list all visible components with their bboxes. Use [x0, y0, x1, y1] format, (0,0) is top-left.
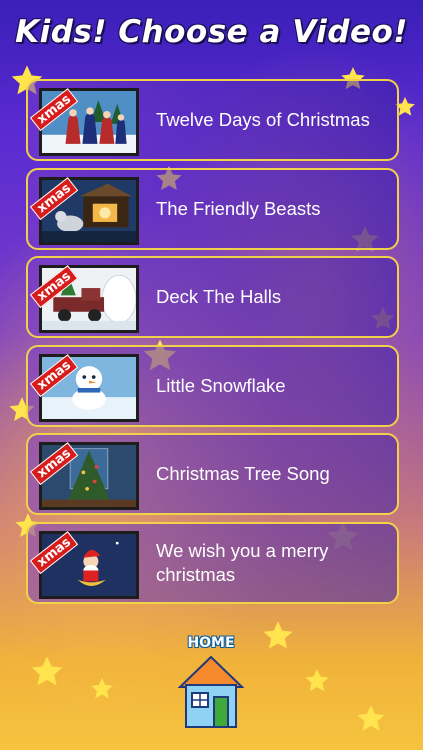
- page-title: Kids! Choose a Video!: [15, 14, 408, 50]
- video-title: We wish you a merry christmas: [156, 539, 329, 585]
- nativity-thumbnail: [39, 176, 139, 245]
- star-icon: [263, 621, 293, 649]
- video-item-christmas-tree-song[interactable]: xmas Christmas Tree Song: [26, 433, 399, 516]
- video-title: Deck The Halls: [156, 286, 282, 308]
- video-item-little-snowflake[interactable]: xmas Little Snowflake: [26, 344, 399, 427]
- santa-thumbnail: [39, 530, 139, 599]
- video-item-merry-christmas[interactable]: xmas We wish you a merry christmas: [26, 521, 399, 604]
- video-item-deck-the-halls[interactable]: xmas Deck The Halls: [26, 256, 399, 339]
- home-button[interactable]: HOME: [178, 635, 244, 731]
- video-list: xmas Twelve Days of Christmas xmas The F…: [26, 79, 399, 611]
- star-icon: [357, 705, 385, 731]
- video-title: Little Snowflake: [156, 374, 286, 396]
- star-icon: [31, 656, 63, 686]
- snowman-thumbnail: [39, 353, 139, 422]
- tree-thumbnail: [39, 442, 139, 511]
- video-item-twelve-days[interactable]: xmas Twelve Days of Christmas: [26, 79, 399, 161]
- video-title: Christmas Tree Song: [156, 463, 330, 485]
- home-label: HOME: [187, 635, 235, 651]
- carolers-thumbnail: [39, 88, 139, 156]
- house-icon: [178, 655, 244, 728]
- star-icon: [91, 678, 113, 699]
- video-title: The Friendly Beasts: [156, 197, 321, 219]
- video-title: Twelve Days of Christmas: [156, 109, 370, 130]
- video-item-friendly-beasts[interactable]: xmas The Friendly Beasts: [26, 167, 399, 250]
- truck-thumbnail: [39, 265, 139, 334]
- star-icon: [305, 669, 329, 692]
